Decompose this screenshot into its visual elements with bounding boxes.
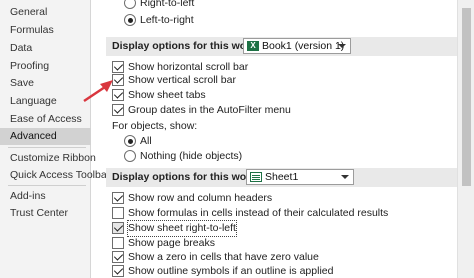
excel-workbook-icon: X — [247, 41, 259, 51]
show-outline-symbols-checkbox[interactable] — [112, 265, 124, 277]
show-formulas-label: Show formulas in cells instead of their … — [128, 207, 389, 219]
group-dates-autofilter-option[interactable]: Group dates in the AutoFilter menu — [112, 103, 352, 118]
nav-item-language[interactable]: Language — [0, 93, 91, 110]
options-scrollbar[interactable] — [457, 0, 474, 278]
show-row-column-headers-checkbox[interactable] — [112, 192, 124, 204]
show-zero-values-checkbox[interactable] — [112, 251, 124, 263]
nav-item-trust-center[interactable]: Trust Center — [0, 205, 91, 222]
show-zero-values-label: Show a zero in cells that have zero valu… — [128, 251, 319, 263]
scrollbar-thumb[interactable] — [462, 8, 471, 186]
show-outline-symbols-label: Show outline symbols if an outline is ap… — [128, 265, 334, 277]
objects-show-label: For objects, show: — [112, 120, 198, 132]
group-dates-autofilter-checkbox[interactable] — [112, 104, 124, 116]
direction-right-to-left-option[interactable]: Right-to-left — [124, 0, 264, 11]
nav-divider — [8, 185, 86, 186]
workbook-display-section-header: Display options for this workbook: X Boo… — [106, 37, 457, 56]
nav-item-add-ins[interactable]: Add-ins — [0, 188, 91, 205]
show-row-column-headers-option[interactable]: Show row and column headers — [112, 191, 342, 206]
nav-item-advanced[interactable]: Advanced — [0, 128, 91, 145]
show-vertical-scroll-bar-label: Show vertical scroll bar — [128, 74, 236, 86]
nav-item-save[interactable]: Save — [0, 75, 91, 92]
right-to-left-label: Right-to-left — [140, 0, 195, 9]
nav-item-ease-of-access[interactable]: Ease of Access — [0, 111, 91, 128]
workbook-selector-value: Book1 (version 1) — [262, 40, 345, 52]
worksheet-selector-value: Sheet1 — [265, 171, 299, 183]
advanced-options-panel: Right-to-left Left-to-right Display opti… — [100, 0, 457, 278]
nav-item-data[interactable]: Data — [0, 40, 91, 57]
objects-all-label: All — [140, 135, 152, 147]
show-sheet-right-to-left-label: Show sheet right-to-left — [127, 220, 237, 237]
show-zero-values-option[interactable]: Show a zero in cells that have zero valu… — [112, 250, 372, 265]
right-to-left-radio[interactable] — [124, 0, 136, 9]
show-sheet-tabs-option[interactable]: Show sheet tabs — [112, 88, 332, 103]
show-formulas-checkbox[interactable] — [112, 207, 124, 219]
chevron-down-icon — [341, 175, 349, 179]
show-row-column-headers-label: Show row and column headers — [128, 192, 273, 204]
show-horizontal-scroll-bar-checkbox[interactable] — [112, 61, 124, 73]
show-outline-symbols-option[interactable]: Show outline symbols if an outline is ap… — [112, 264, 392, 278]
show-sheet-tabs-label: Show sheet tabs — [128, 89, 206, 101]
group-dates-autofilter-label: Group dates in the AutoFilter menu — [128, 104, 291, 116]
sheet-icon — [250, 172, 262, 182]
left-to-right-radio[interactable] — [124, 14, 136, 26]
objects-all-option[interactable]: All — [124, 134, 204, 149]
nav-item-proofing[interactable]: Proofing — [0, 58, 91, 75]
options-nav: General Formulas Data Proofing Save Lang… — [0, 0, 110, 278]
left-to-right-label: Left-to-right — [140, 14, 194, 26]
worksheet-selector[interactable]: Sheet1 — [246, 169, 354, 185]
objects-nothing-label: Nothing (hide objects) — [140, 150, 243, 162]
objects-all-radio[interactable] — [124, 135, 136, 147]
show-sheet-tabs-checkbox[interactable] — [112, 89, 124, 101]
show-formulas-option[interactable]: Show formulas in cells instead of their … — [112, 206, 442, 221]
show-sheet-right-to-left-checkbox[interactable] — [112, 222, 124, 234]
show-page-breaks-label: Show page breaks — [128, 237, 215, 249]
chevron-down-icon — [338, 44, 346, 48]
show-page-breaks-checkbox[interactable] — [112, 237, 124, 249]
objects-nothing-option[interactable]: Nothing (hide objects) — [124, 149, 304, 164]
show-vertical-scroll-bar-checkbox[interactable] — [112, 74, 124, 86]
worksheet-display-section-header: Display options for this worksheet: Shee… — [106, 168, 457, 187]
workbook-selector[interactable]: X Book1 (version 1) — [243, 38, 351, 54]
nav-item-quick-access-toolbar[interactable]: Quick Access Toolbar — [0, 167, 110, 184]
show-sheet-right-to-left-option[interactable]: Show sheet right-to-left — [112, 220, 342, 237]
nav-item-formulas[interactable]: Formulas — [0, 22, 91, 39]
nav-item-customize-ribbon[interactable]: Customize Ribbon — [0, 150, 96, 167]
show-page-breaks-option[interactable]: Show page breaks — [112, 236, 342, 251]
nav-divider — [8, 147, 86, 148]
show-vertical-scroll-bar-option[interactable]: Show vertical scroll bar — [112, 73, 332, 88]
objects-nothing-radio[interactable] — [124, 150, 136, 162]
nav-item-general[interactable]: General — [0, 4, 91, 21]
direction-left-to-right-option[interactable]: Left-to-right — [124, 13, 264, 28]
